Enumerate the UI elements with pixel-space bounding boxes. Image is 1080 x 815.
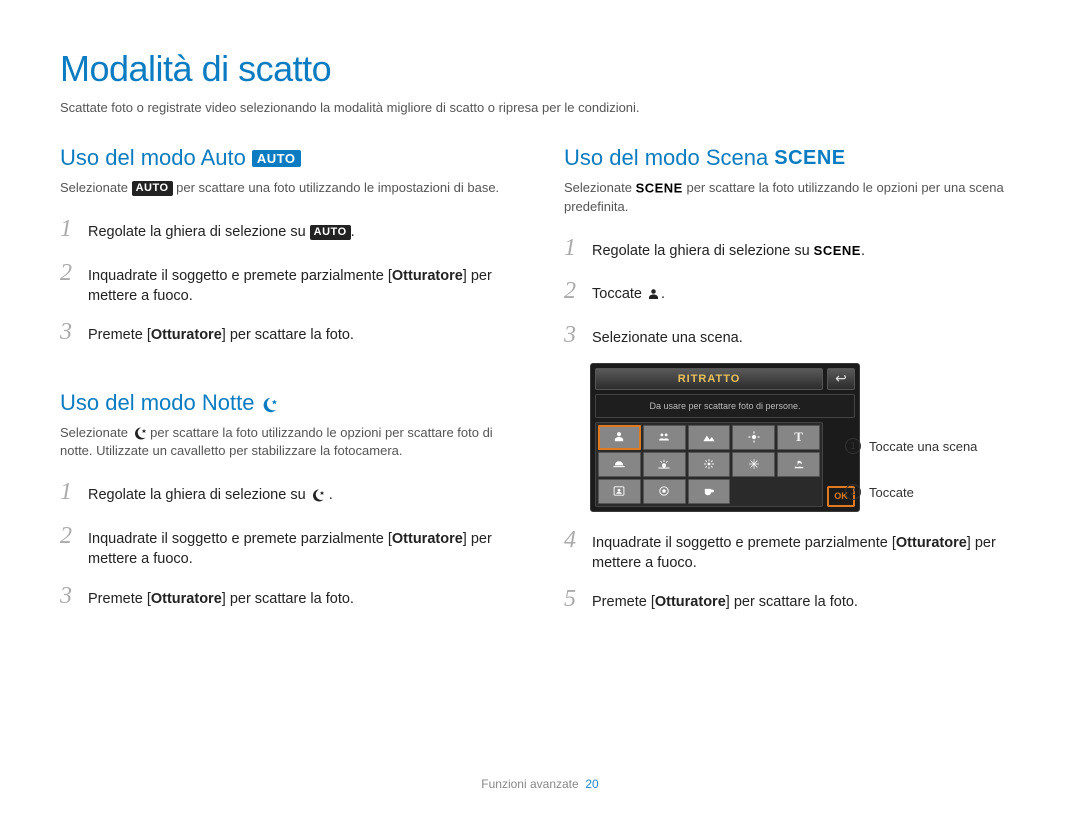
desc-notte: Selezionate per scattare la foto utilizz… xyxy=(60,424,516,460)
scene-cell-closeup[interactable] xyxy=(732,425,775,450)
heading-notte-text: Uso del modo Notte xyxy=(60,390,254,416)
auto-badge-sm-icon: AUTO xyxy=(132,181,173,196)
desc-auto: Selezionate AUTO per scattare una foto u… xyxy=(60,179,516,197)
step-text: Inquadrate il soggetto e premete parzial… xyxy=(592,533,1020,574)
scene-cell-cafe[interactable] xyxy=(688,479,731,504)
callout-1-icon: 1 xyxy=(845,438,861,454)
scene-cell-food[interactable] xyxy=(643,479,686,504)
heading-notte: Uso del modo Notte xyxy=(60,390,516,416)
lcd-callouts: 1 Toccate una scena 2 Toccate xyxy=(845,438,977,530)
scene-cell-beach[interactable] xyxy=(777,452,820,477)
heading-auto-text: Uso del modo Auto xyxy=(60,145,246,171)
section-auto: Uso del modo Auto AUTO Selezionate AUTO … xyxy=(60,145,516,350)
night-moon-sm-icon xyxy=(310,488,325,503)
scene-badge-sm-icon: SCENE xyxy=(814,243,861,258)
step-text: Regolate la ghiera di selezione su SCENE… xyxy=(592,241,1020,261)
scene-cell-children[interactable] xyxy=(643,425,686,450)
scene-cell-backlight[interactable] xyxy=(688,452,731,477)
step-text: Toccate . xyxy=(592,284,1020,304)
step-text: Premete [Otturatore] per scattare la fot… xyxy=(88,589,516,609)
step-text: Selezionate una scena. xyxy=(592,328,1020,348)
scene-badge-icon: SCENE xyxy=(774,147,845,170)
step-text: Premete [Otturatore] per scattare la fot… xyxy=(592,592,1020,612)
page-title: Modalità di scatto xyxy=(60,48,1020,90)
auto-badge-sm-icon: AUTO xyxy=(310,225,351,240)
scene-cell-portrait[interactable] xyxy=(598,425,641,450)
night-moon-sm-icon xyxy=(132,426,147,441)
callout-2-icon: 2 xyxy=(845,484,861,500)
step-text: Inquadrate il soggetto e premete parzial… xyxy=(88,266,516,307)
section-notte: Uso del modo Notte Selezionate per scatt… xyxy=(60,390,516,613)
scene-cell-dawn[interactable] xyxy=(643,452,686,477)
scene-badge-sm-icon: SCENE xyxy=(636,180,683,195)
scene-lcd: RITRATTO ↩ Da usare per scattare foto di… xyxy=(590,363,860,512)
auto-badge-icon: AUTO xyxy=(252,150,301,167)
scene-cell-sunset[interactable] xyxy=(598,452,641,477)
footer-label: Funzioni avanzate xyxy=(481,777,578,791)
lcd-title: RITRATTO xyxy=(595,368,823,390)
heading-scena-text: Uso del modo Scena xyxy=(564,145,768,171)
callout-1-text: Toccate una scena xyxy=(869,439,977,454)
back-icon[interactable]: ↩ xyxy=(827,368,855,390)
steps-notte: 1 Regolate la ghiera di selezione su . 2… xyxy=(60,476,516,613)
portrait-sm-icon xyxy=(646,287,661,302)
heading-scena: Uso del modo Scena SCENE xyxy=(564,145,1020,171)
scene-cell-fireworks[interactable] xyxy=(732,452,775,477)
callout-2-text: Toccate xyxy=(869,485,914,500)
step-text: Inquadrate il soggetto e premete parzial… xyxy=(88,529,516,570)
step-text: Premete [Otturatore] per scattare la fot… xyxy=(88,325,516,345)
scene-cell-text[interactable]: T xyxy=(777,425,820,450)
lcd-desc: Da usare per scattare foto di persone. xyxy=(595,394,855,418)
night-moon-icon xyxy=(260,394,278,412)
scene-cell-landscape[interactable] xyxy=(688,425,731,450)
step-text: Regolate la ghiera di selezione su AUTO. xyxy=(88,222,516,242)
content-columns: Uso del modo Auto AUTO Selezionate AUTO … xyxy=(60,145,1020,657)
steps-scena-a: 1 Regolate la ghiera di selezione su SCE… xyxy=(564,232,1020,353)
scene-cell-selfshot[interactable] xyxy=(598,479,641,504)
scene-grid: T xyxy=(595,422,823,507)
step-text: Regolate la ghiera di selezione su . xyxy=(88,485,516,505)
footer: Funzioni avanzate 20 xyxy=(0,777,1080,791)
heading-auto: Uso del modo Auto AUTO xyxy=(60,145,516,171)
steps-auto: 1 Regolate la ghiera di selezione su AUT… xyxy=(60,213,516,350)
desc-scena: Selezionate SCENE per scattare la foto u… xyxy=(564,179,1020,216)
page-number: 20 xyxy=(585,777,598,791)
section-scena: Uso del modo Scena SCENE Selezionate SCE… xyxy=(564,145,1020,617)
page-subtitle: Scattate foto o registrate video selezio… xyxy=(60,100,1020,115)
steps-scena-b: 4 Inquadrate il soggetto e premete parzi… xyxy=(564,524,1020,617)
